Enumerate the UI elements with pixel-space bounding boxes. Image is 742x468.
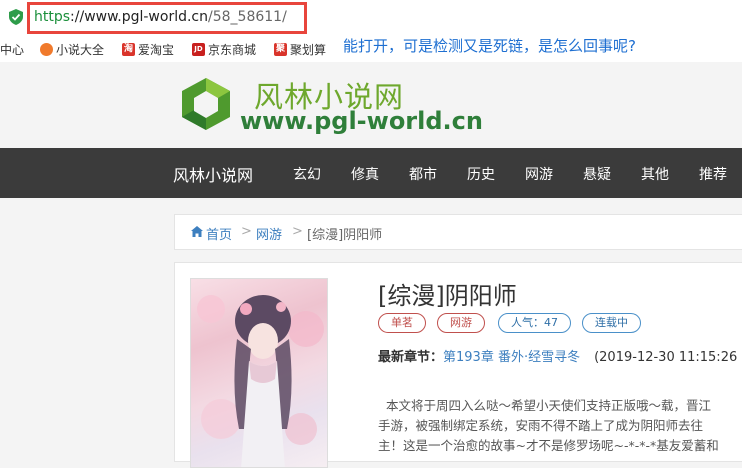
bookmark-label: 聚划算 — [290, 43, 327, 57]
popularity-tag: 人气：47 — [498, 313, 571, 333]
category-tag[interactable]: 网游 — [437, 313, 485, 333]
home-icon — [191, 226, 203, 237]
author-tag[interactable]: 单茗 — [378, 313, 426, 333]
novel-icon — [40, 43, 53, 56]
breadcrumb-separator: > — [241, 224, 252, 239]
description-line: 手游，被强制绑定系统，安雨不得不踏上了成为阴阳师去往 — [378, 418, 704, 433]
secure-shield-icon — [9, 9, 23, 25]
status-tag: 连载中 — [582, 313, 641, 333]
bookmark-taobao[interactable]: 淘 爱淘宝 — [122, 41, 174, 58]
description-line: 本文将于周四入么哒～希望小天使们支持正版哦～载，晋江 — [386, 398, 712, 413]
bookmark-juhuasuan[interactable]: 聚 聚划算 — [274, 41, 326, 58]
address-bar[interactable]: https://www.pgl-world.cn/58_58611/ — [0, 0, 742, 36]
description-line: 主！这是一个治愈的故事~才不是修罗场呢~-*-*-*基友爱蓄和 — [378, 438, 719, 453]
url-host: ://www.pgl-world.cn — [70, 9, 208, 25]
latest-chapter-time: (2019-12-30 11:15:26 — [594, 350, 738, 365]
latest-chapter-line: 最新章节：第193章 番外·经雪寻冬 (2019-12-30 11:15:26 — [378, 346, 737, 365]
latest-chapter-label: 最新章节： — [378, 350, 444, 365]
nav-brand[interactable]: 风林小说网 — [173, 162, 253, 186]
nav-item-dushi[interactable]: 都市 — [409, 164, 437, 184]
nav-item-wangyou[interactable]: 网游 — [525, 164, 553, 184]
logo-url[interactable]: www.pgl-world.cn — [240, 107, 483, 135]
bookmark-center[interactable]: 中心 — [0, 41, 24, 58]
breadcrumb: 首页 > 网游 > [综漫]阴阳师 — [174, 214, 742, 250]
book-cover-image[interactable] — [190, 278, 328, 468]
breadcrumb-category[interactable]: 网游 — [256, 224, 282, 243]
bookmark-label: 中心 — [0, 43, 25, 57]
taobao-icon: 淘 — [122, 43, 135, 56]
bookmark-label: 爱淘宝 — [138, 43, 175, 57]
bookmark-label: 小说大全 — [56, 43, 105, 57]
nav-item-qita[interactable]: 其他 — [641, 164, 669, 184]
nav-item-xiuzhen[interactable]: 修真 — [351, 164, 379, 184]
bookmark-novels[interactable]: 小说大全 — [40, 41, 104, 58]
nav-item-xuanyi[interactable]: 悬疑 — [583, 164, 611, 184]
bookmark-label: 京东商城 — [208, 43, 257, 57]
breadcrumb-current: [综漫]阴阳师 — [307, 228, 383, 243]
breadcrumb-separator: > — [292, 224, 303, 239]
latest-chapter-link[interactable]: 第193章 番外·经雪寻冬 — [443, 350, 580, 365]
nav-item-xuanhuan[interactable]: 玄幻 — [293, 164, 321, 184]
url-scheme: https — [34, 9, 71, 25]
nav-item-tuijian[interactable]: 推荐 — [699, 164, 727, 184]
book-title: [综漫]阴阳师 — [378, 282, 517, 310]
book-description: 本文将于周四入么哒～希望小天使们支持正版哦～载，晋江 手游，被强制绑定系统，安雨… — [378, 396, 742, 456]
main-nav: 风林小说网 玄幻 修真 都市 历史 网游 悬疑 其他 推荐 — [0, 148, 742, 198]
url-path: /58_58611/ — [208, 9, 287, 25]
url-text[interactable]: https://www.pgl-world.cn/58_58611/ — [34, 9, 287, 25]
bookmark-jd[interactable]: JD 京东商城 — [192, 41, 256, 58]
jd-icon: JD — [192, 43, 205, 56]
juhuasuan-icon: 聚 — [274, 43, 287, 56]
nav-item-lishi[interactable]: 历史 — [467, 164, 495, 184]
breadcrumb-home[interactable]: 首页 — [206, 224, 232, 243]
annotation-question: 能打开，可是检测又是死链，是怎么回事呢? — [343, 37, 636, 55]
logo-hexagon-icon[interactable] — [180, 76, 232, 132]
cover-illustration — [197, 295, 324, 467]
